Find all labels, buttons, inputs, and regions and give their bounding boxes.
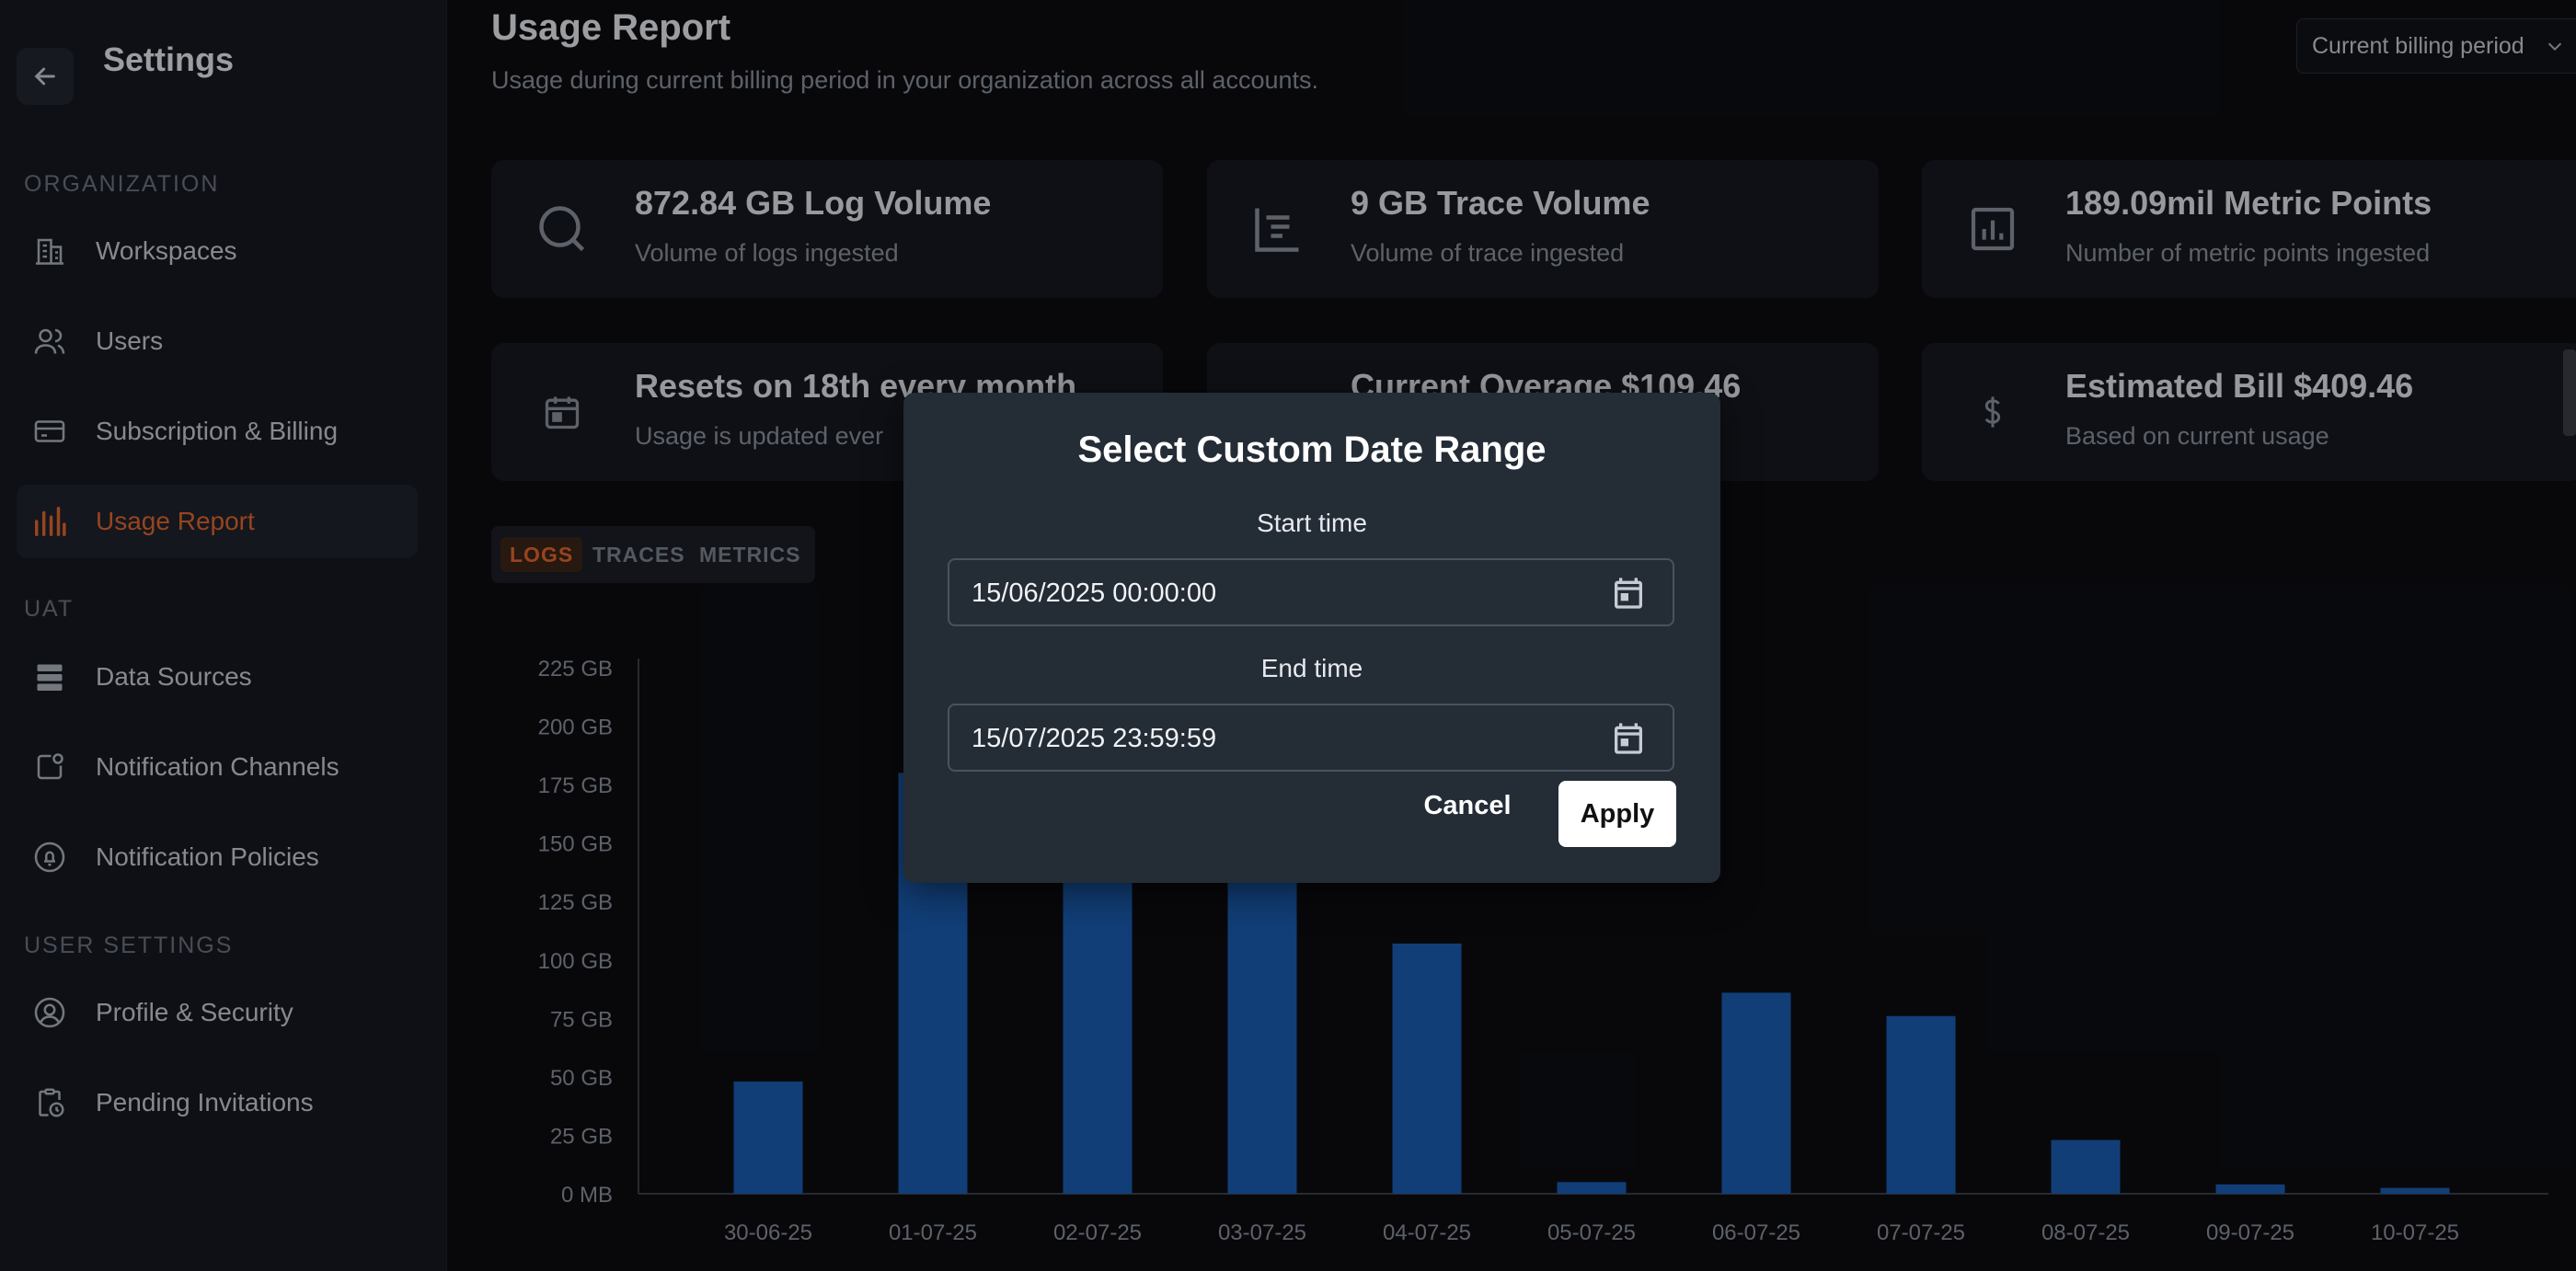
cancel-button[interactable]: Cancel <box>1417 773 1518 838</box>
custom-date-range-dialog: Select Custom Date Range Start time 15/0… <box>903 393 1720 883</box>
calendar-icon[interactable] <box>1610 720 1647 757</box>
end-time-value: 15/07/2025 23:59:59 <box>972 724 1217 753</box>
start-time-value: 15/06/2025 00:00:00 <box>972 578 1217 608</box>
start-time-label: Start time <box>1257 509 1367 537</box>
calendar-icon[interactable] <box>1610 575 1647 612</box>
start-time-input[interactable]: 15/06/2025 00:00:00 <box>948 558 1674 626</box>
end-time-input[interactable]: 15/07/2025 23:59:59 <box>948 704 1674 772</box>
dialog-title: Select Custom Date Range <box>1077 429 1547 470</box>
apply-button[interactable]: Apply <box>1558 781 1676 847</box>
end-time-label: End time <box>1260 654 1363 682</box>
